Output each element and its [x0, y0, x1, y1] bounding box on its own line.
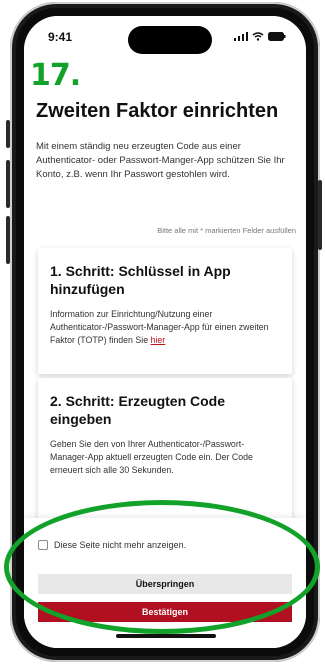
app-content: Zweiten Faktor einrichten Mit einem stän…	[24, 60, 306, 648]
phone-screen: 9:41 Zweiten Faktor einrichten Mit einem…	[24, 16, 306, 648]
side-button-left-2	[6, 160, 10, 208]
skip-button[interactable]: Überspringen	[38, 574, 292, 594]
dont-show-again-checkbox[interactable]	[38, 540, 48, 550]
status-time: 9:41	[48, 30, 73, 44]
help-link[interactable]: hier	[151, 335, 166, 345]
intro-text: Mit einem ständig neu erzeugten Code aus…	[36, 141, 285, 180]
side-button-left-1	[6, 120, 10, 148]
step-2-text: Geben Sie den von Ihrer Authenticator-/P…	[50, 439, 253, 475]
step-2-card: 2. Schritt: Erzeugten Code eingeben Gebe…	[38, 378, 292, 526]
side-button-right	[318, 180, 322, 250]
side-button-left-3	[6, 216, 10, 264]
step-2-heading: 2. Schritt: Erzeugten Code eingeben	[50, 393, 226, 427]
battery-icon	[268, 31, 286, 41]
action-footer: Diese Seite nicht mehr anzeigen. Überspr…	[24, 518, 306, 648]
confirm-button[interactable]: Bestätigen	[38, 602, 292, 622]
step-1-text: Information zur Einrichtung/Nutzung eine…	[50, 308, 280, 347]
status-icons	[233, 30, 286, 42]
tutorial-step-number: 17.	[30, 58, 81, 93]
dynamic-island	[128, 26, 212, 54]
page-title: Zweiten Faktor einrichten	[36, 100, 279, 122]
wifi-icon	[252, 31, 264, 41]
home-indicator	[116, 634, 216, 638]
step-1-heading: 1. Schritt: Schlüssel in App hinzufügen	[50, 263, 231, 297]
dont-show-again-row[interactable]: Diese Seite nicht mehr anzeigen.	[38, 540, 186, 550]
status-bar: 9:41	[24, 16, 306, 60]
dont-show-again-label[interactable]: Diese Seite nicht mehr anzeigen.	[54, 540, 186, 550]
required-fields-note: Bitte alle mit * markierten Felder ausfü…	[157, 226, 296, 235]
signal-icon	[233, 31, 248, 41]
step-1-card: 1. Schritt: Schlüssel in App hinzufügen …	[38, 248, 292, 374]
